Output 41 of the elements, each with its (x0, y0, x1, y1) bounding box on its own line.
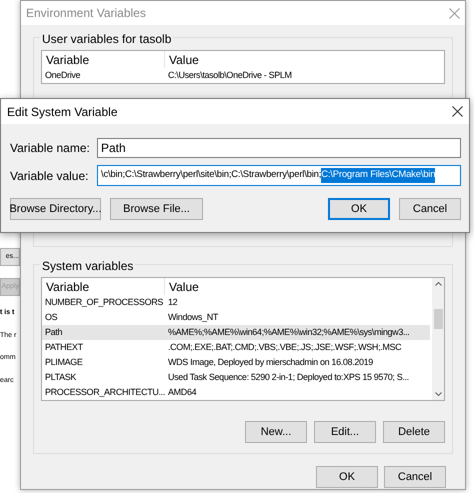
column-header[interactable]: Value (165, 280, 199, 292)
field-label: Variable value: (10, 168, 90, 184)
table-cell-text: OneDrive (44, 70, 82, 81)
table-cell-text: 12 (167, 297, 178, 308)
close-icon[interactable] (452, 106, 463, 117)
table-cell-text: .COM;.EXE;.BAT;.CMD;.VBS;.VBE;.JS;.JSE;.WSF;.WSH;.MSC (167, 342, 402, 353)
table-cell-text: WDS Image, Deployed by mierschadmin on 16.08.2019 (167, 357, 373, 368)
field-label: Variable name: (10, 140, 91, 157)
table-cell-text: PROCESSOR_ARCHITECTU... (44, 387, 165, 398)
table-cell-text: Windows_NT (167, 312, 218, 323)
table-cell-text: OS (44, 312, 58, 323)
dialog-button[interactable]: Cancel (399, 198, 461, 220)
input-field[interactable]: Path (97, 138, 461, 158)
scrollbar-thumb[interactable] (434, 309, 442, 329)
dialog-title: Edit System Variable (7, 104, 118, 120)
dialog-button[interactable]: Browse Directory... (10, 198, 101, 220)
dialog-button[interactable]: OK (316, 466, 378, 488)
dialog-button[interactable]: OK (328, 198, 390, 220)
table-cell-text: C:\Users\tasolb\OneDrive - SPLM (167, 70, 292, 81)
table-cell-text: AMD64 (167, 387, 196, 398)
table-cell-text: PLIMAGE (44, 357, 84, 368)
table-cell-text: %AME%;%AME%\win64;%AME%\win32;%AME%\sys\mingw3... (167, 327, 410, 338)
scroll-up-icon[interactable] (434, 282, 442, 286)
dialog-button[interactable]: Cancel (384, 466, 446, 488)
window-title: Environment Variables (26, 5, 146, 22)
input-field[interactable]: \c\bin;C:\Strawberry\perl\site\bin;C:\Strawberry\perl\bin;C:\Program Files\CMake\bin (97, 165, 461, 186)
table-cell-text: PATHEXT (44, 342, 84, 353)
dialog-button[interactable]: Edit... (314, 421, 376, 443)
scrollbar[interactable] (432, 278, 444, 400)
dialog-button[interactable]: Browse File... (110, 198, 203, 220)
table-cell-text: Path (44, 327, 64, 338)
column-header[interactable]: Variable (42, 54, 164, 66)
column-header[interactable]: Value (165, 54, 199, 66)
scroll-down-icon[interactable] (434, 392, 442, 396)
table-row[interactable]: Path %AME%;%AME%\win64;%AME%\win32;%AME%\sys\mingw3... (42, 325, 430, 340)
table-cell-text: Used Task Sequence: 5290 2-in-1; Deployed to:XPS 15 9570; S... (167, 372, 409, 383)
dialog-button[interactable]: New... (245, 421, 307, 443)
table-cell-text: NUMBER_OF_PROCESSORS (44, 297, 164, 308)
column-header[interactable]: Variable (42, 280, 164, 292)
table-cell-text: PLTASK (44, 372, 78, 383)
dialog-button[interactable]: Delete (383, 421, 445, 443)
